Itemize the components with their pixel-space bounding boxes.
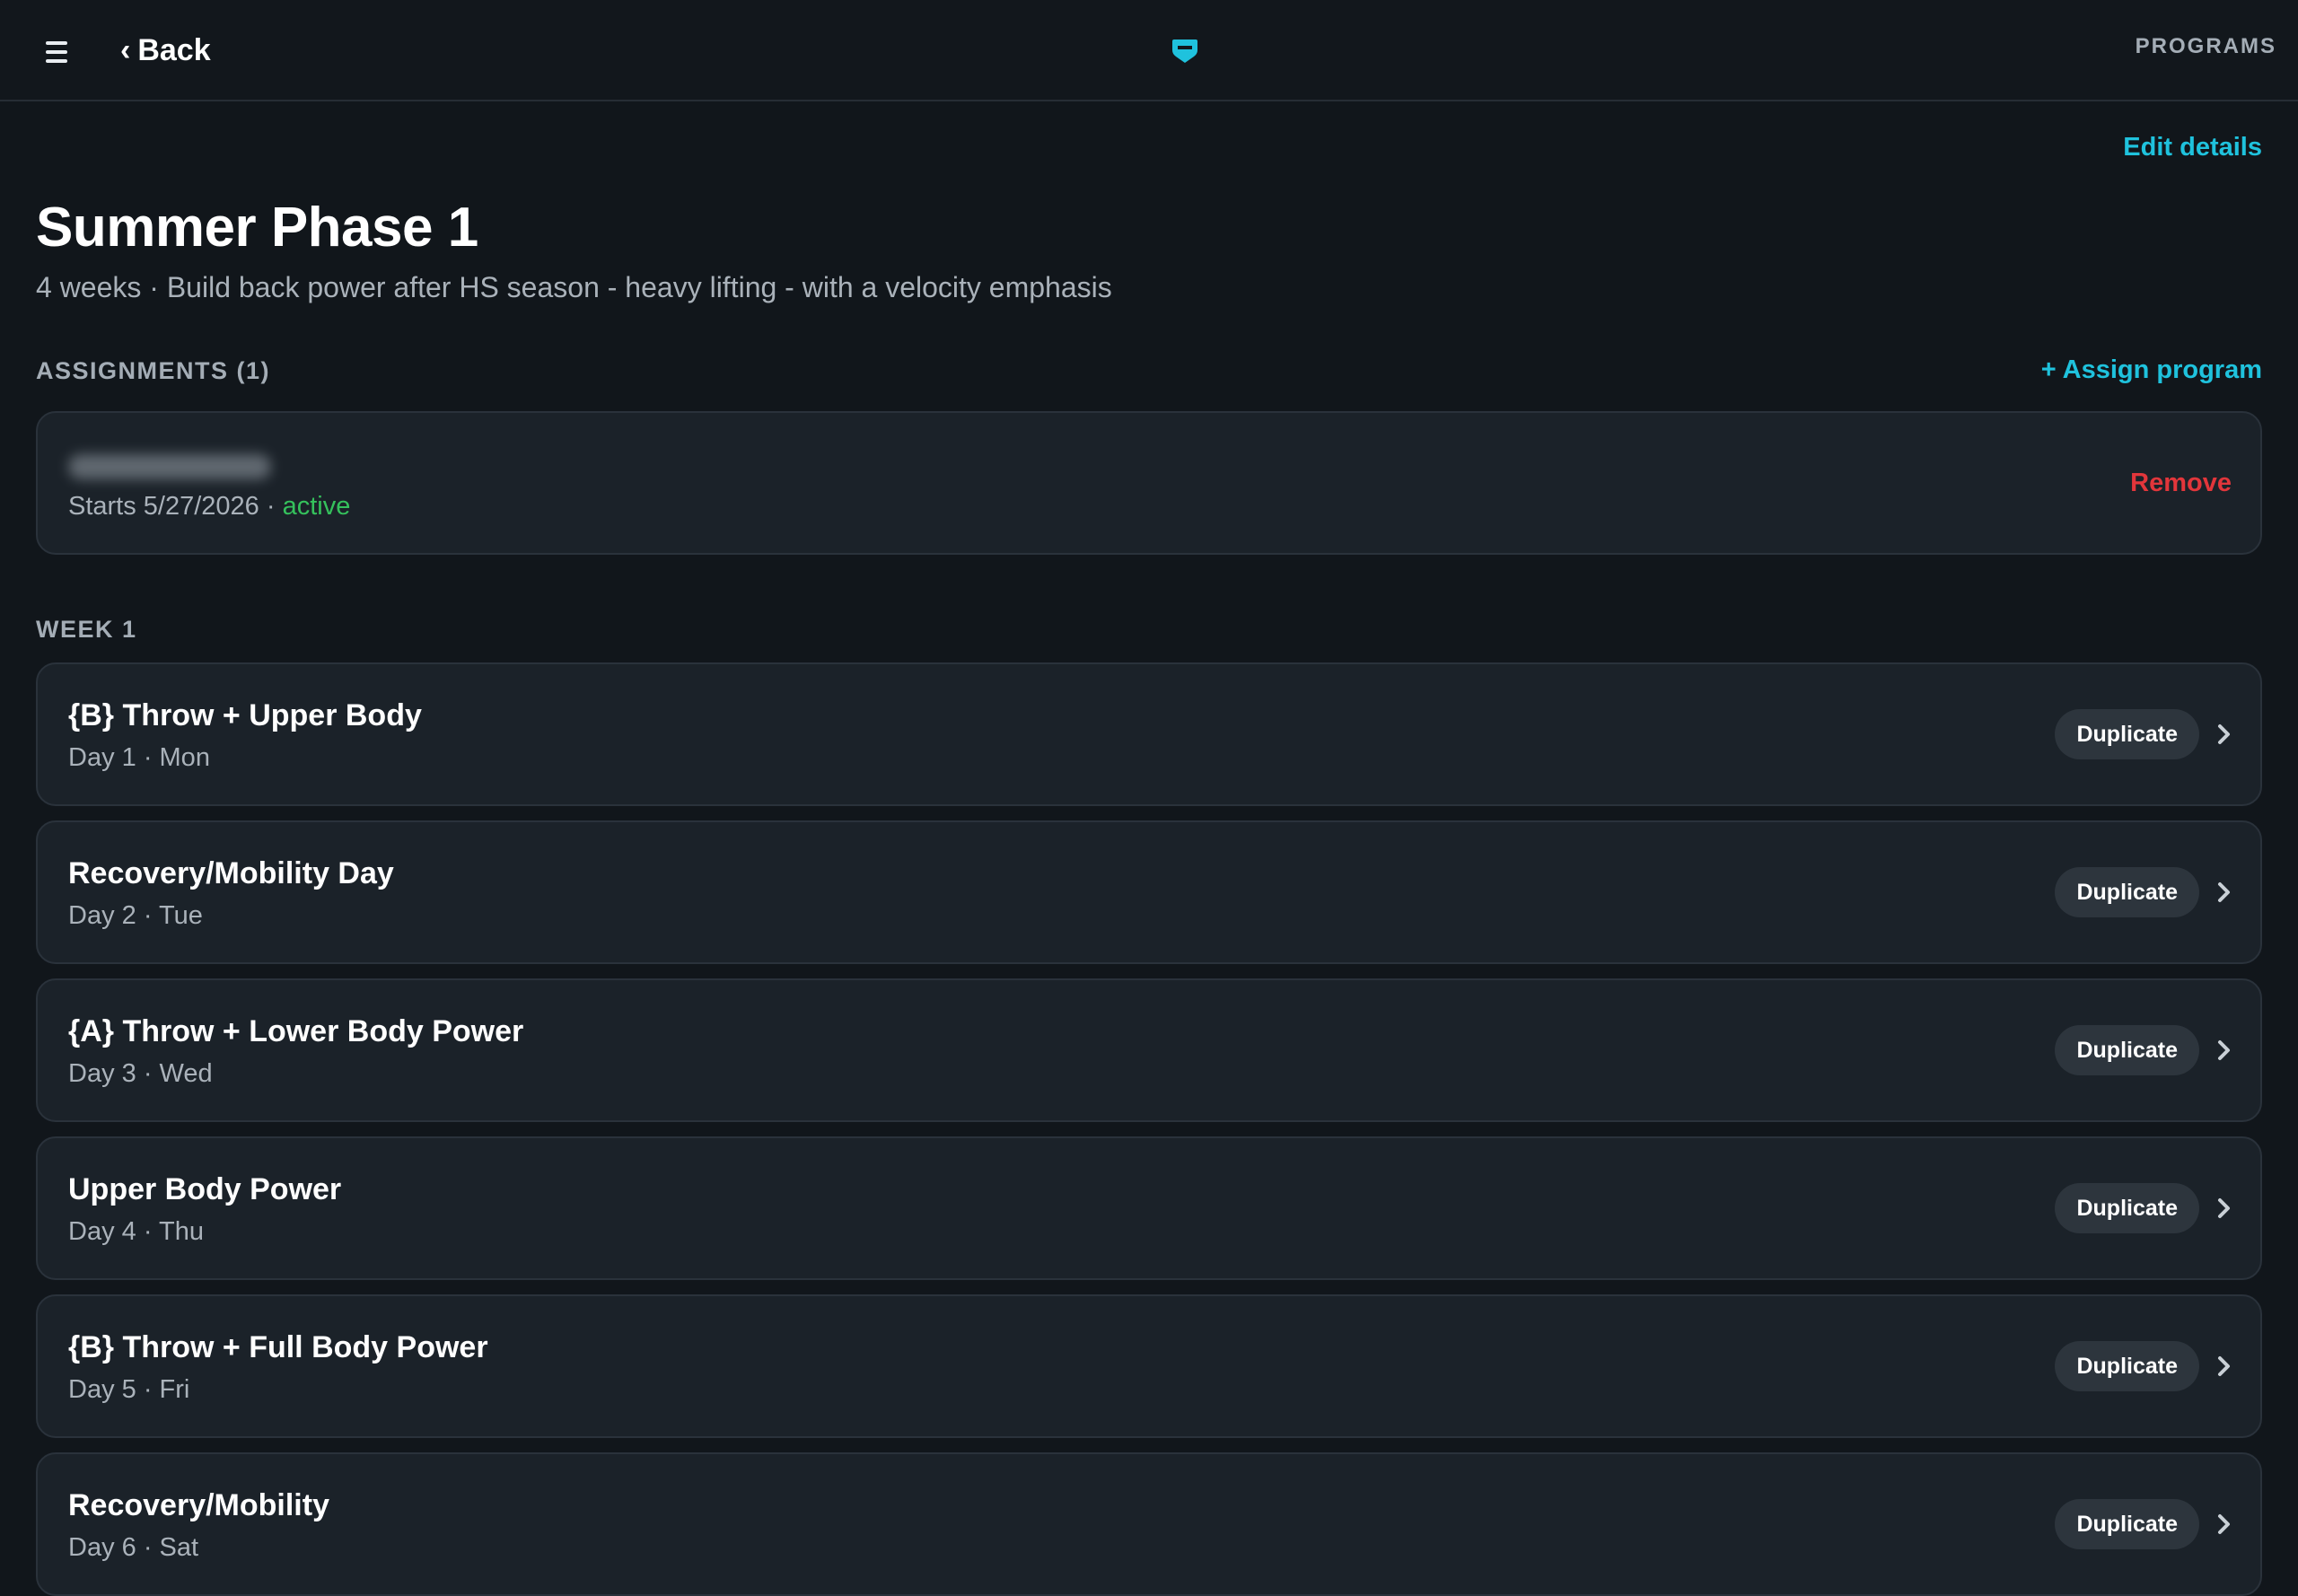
chevron-right-icon bbox=[2218, 1514, 2230, 1534]
day-subtitle: Day 4 · Thu bbox=[68, 1217, 204, 1246]
week-heading: WEEK 1 bbox=[36, 616, 137, 643]
page-title: Summer Phase 1 bbox=[36, 197, 478, 259]
assign-program-button[interactable]: + Assign program bbox=[2041, 355, 2262, 385]
back-button[interactable]: ‹ Back bbox=[120, 29, 211, 72]
day-subtitle: Day 3 · Wed bbox=[68, 1059, 213, 1088]
day-title: Recovery/Mobility bbox=[68, 1488, 329, 1522]
day-title: Recovery/Mobility Day bbox=[68, 856, 394, 890]
chevron-right-icon bbox=[2218, 1040, 2230, 1060]
status-badge: active bbox=[282, 492, 351, 521]
day-card[interactable]: {B} Throw + Upper Body Day 1 · Mon Dupli… bbox=[36, 662, 2262, 806]
shield-logo-icon[interactable] bbox=[1171, 38, 1199, 65]
duplicate-button[interactable]: Duplicate bbox=[2055, 709, 2199, 759]
day-subtitle: Day 6 · Sat bbox=[68, 1533, 199, 1562]
assignment-card: Starts 5/27/2026 · active Remove bbox=[36, 411, 2262, 555]
chevron-right-icon bbox=[2218, 1356, 2230, 1376]
programs-nav-link[interactable]: PROGRAMS bbox=[2136, 34, 2276, 59]
day-card[interactable]: Recovery/Mobility Day Day 2 · Tue Duplic… bbox=[36, 820, 2262, 964]
duplicate-button[interactable]: Duplicate bbox=[2055, 867, 2199, 917]
day-title: {A} Throw + Lower Body Power bbox=[68, 1014, 524, 1048]
day-subtitle: Day 5 · Fri bbox=[68, 1375, 190, 1404]
duplicate-button[interactable]: Duplicate bbox=[2055, 1025, 2199, 1075]
day-subtitle: Day 2 · Tue bbox=[68, 901, 203, 930]
assignee-name-redacted bbox=[68, 454, 271, 479]
chevron-left-icon: ‹ bbox=[120, 33, 131, 67]
chevron-right-icon bbox=[2218, 882, 2230, 902]
edit-details-link[interactable]: Edit details bbox=[2123, 133, 2262, 162]
assignment-meta: Starts 5/27/2026 · active bbox=[68, 492, 350, 522]
top-nav-bar: ‹ Back PROGRAMS bbox=[0, 0, 2298, 101]
program-description: 4 weeks · Build back power after HS seas… bbox=[36, 271, 1112, 303]
day-subtitle: Day 1 · Mon bbox=[68, 743, 210, 772]
hamburger-menu-icon[interactable] bbox=[41, 36, 74, 68]
day-card[interactable]: {A} Throw + Lower Body Power Day 3 · Wed… bbox=[36, 978, 2262, 1122]
duplicate-button[interactable]: Duplicate bbox=[2055, 1499, 2199, 1549]
duplicate-button[interactable]: Duplicate bbox=[2055, 1183, 2199, 1233]
remove-assignment-button[interactable]: Remove bbox=[2130, 469, 2232, 498]
day-card[interactable]: {B} Throw + Full Body Power Day 5 · Fri … bbox=[36, 1294, 2262, 1438]
day-title: {B} Throw + Upper Body bbox=[68, 698, 422, 732]
assignments-heading: ASSIGNMENTS (1) bbox=[36, 357, 271, 384]
back-label: Back bbox=[137, 32, 211, 67]
day-card[interactable]: Upper Body Power Day 4 · Thu Duplicate bbox=[36, 1136, 2262, 1280]
day-card[interactable]: Recovery/Mobility Day 6 · Sat Duplicate bbox=[36, 1452, 2262, 1596]
day-title: {B} Throw + Full Body Power bbox=[68, 1330, 488, 1364]
duplicate-button[interactable]: Duplicate bbox=[2055, 1341, 2199, 1391]
chevron-right-icon bbox=[2218, 724, 2230, 744]
assignment-start-date: Starts 5/27/2026 · bbox=[68, 492, 283, 521]
day-title: Upper Body Power bbox=[68, 1172, 342, 1206]
chevron-right-icon bbox=[2218, 1198, 2230, 1218]
